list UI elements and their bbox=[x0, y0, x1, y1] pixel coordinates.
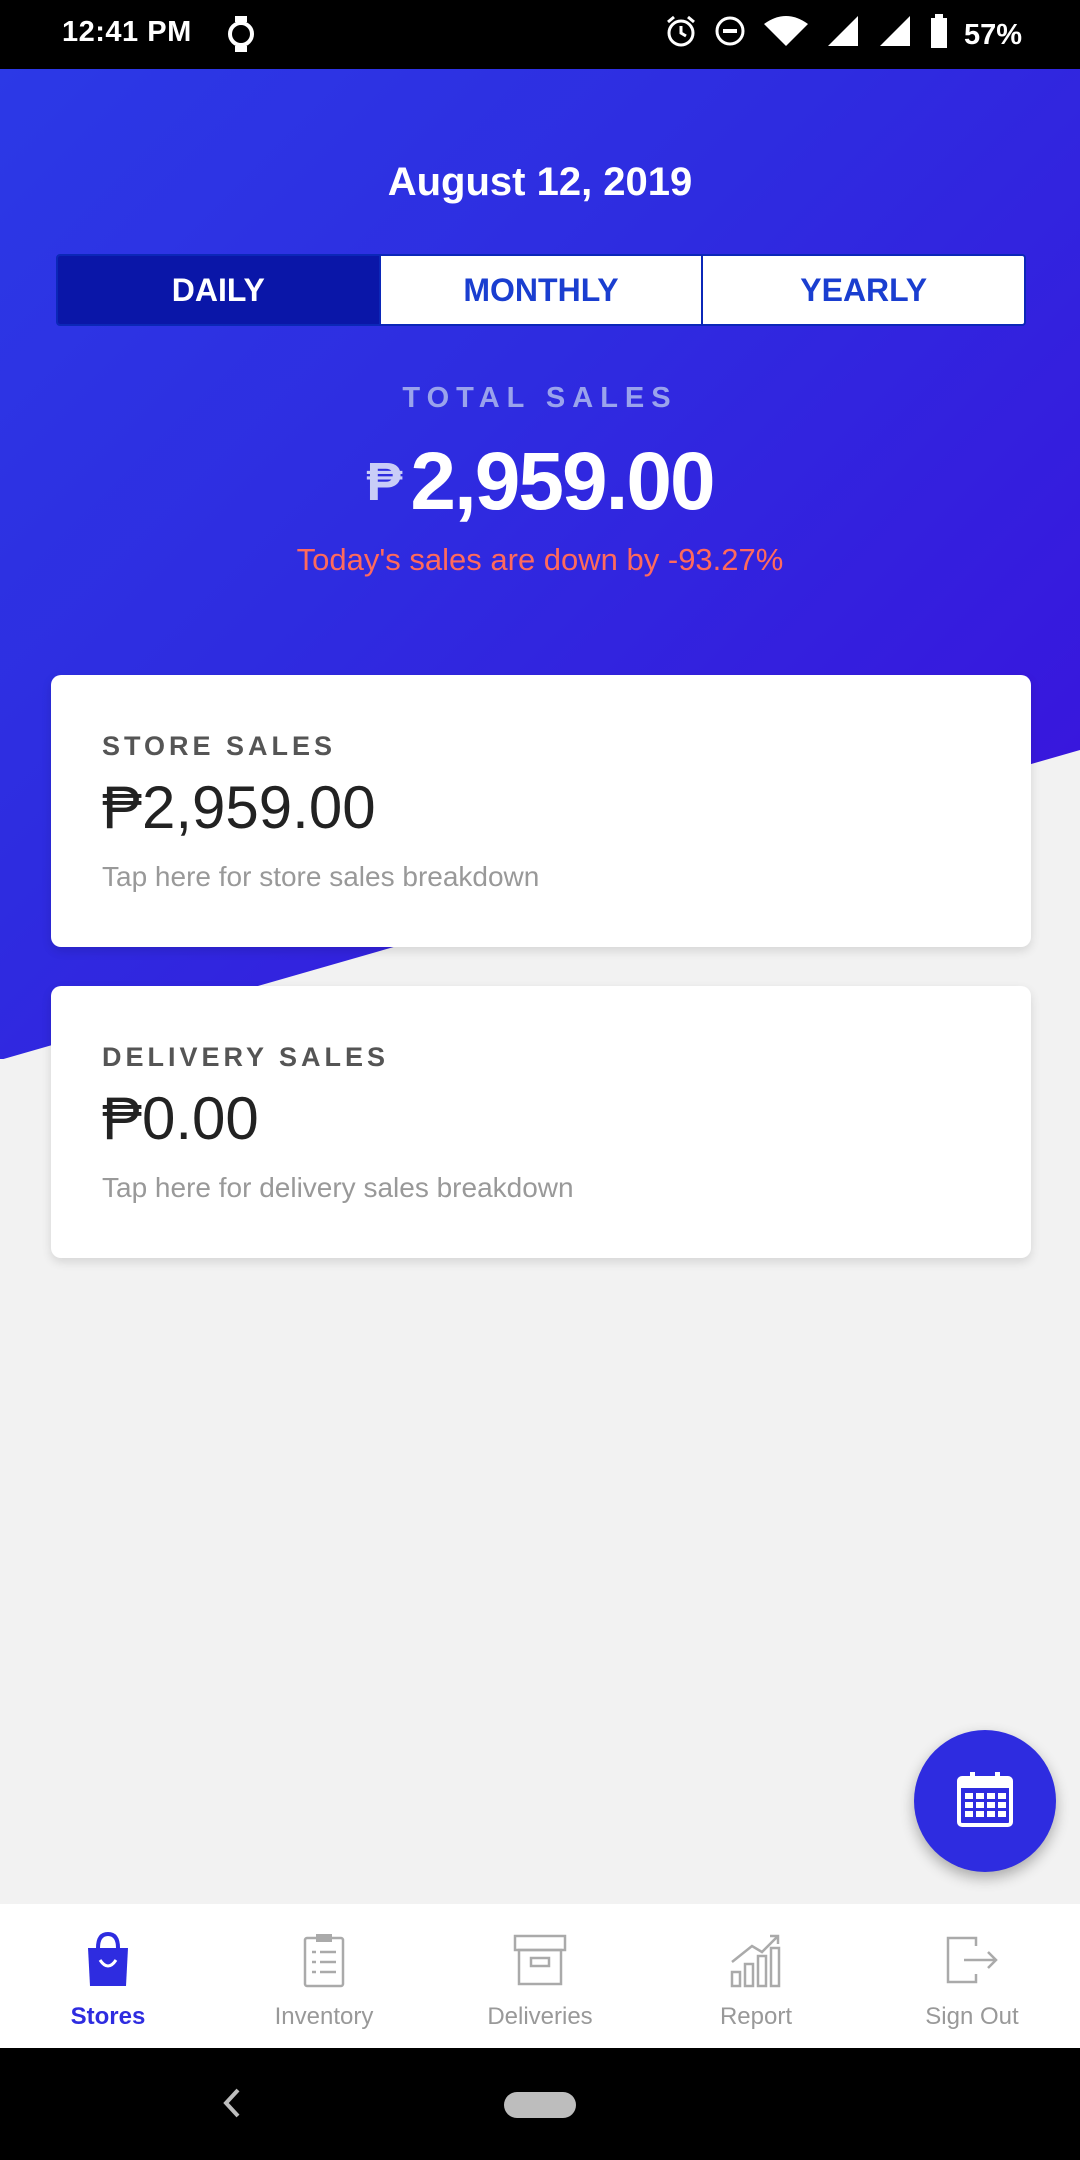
bottom-navigation: Stores Inventory Deliveries Report Sign … bbox=[0, 1904, 1080, 2048]
card-value: ₱0.00 bbox=[102, 1085, 259, 1152]
nav-label: Sign Out bbox=[925, 2003, 1019, 2030]
total-sales-label: TOTAL SALES bbox=[402, 382, 678, 414]
card-hint: Tap here for store sales breakdown bbox=[102, 861, 540, 892]
bar-chart-icon bbox=[728, 1932, 784, 1993]
calendar-icon bbox=[956, 1770, 1014, 1833]
calendar-button[interactable] bbox=[914, 1730, 1056, 1872]
status-time: 12:41 PM bbox=[62, 16, 192, 48]
card-label: STORE SALES bbox=[102, 731, 337, 761]
shopping-bag-icon bbox=[84, 1931, 132, 1993]
sales-trend-text: Today's sales are down by -93.27% bbox=[296, 542, 784, 577]
battery-icon bbox=[930, 14, 948, 56]
nav-deliveries[interactable]: Deliveries bbox=[432, 1904, 648, 2048]
tab-monthly[interactable]: MONTHLY bbox=[380, 256, 704, 324]
nav-label: Stores bbox=[70, 2003, 146, 2030]
nav-stores[interactable]: Stores bbox=[0, 1904, 216, 2048]
tab-yearly[interactable]: YEARLY bbox=[703, 256, 1024, 324]
card-value: ₱2,959.00 bbox=[102, 774, 376, 841]
card-label: DELIVERY SALES bbox=[102, 1042, 390, 1072]
battery-percentage: 57% bbox=[963, 18, 1022, 51]
dnd-icon bbox=[714, 15, 746, 55]
nav-report[interactable]: Report bbox=[648, 1904, 864, 2048]
card-hint: Tap here for delivery sales breakdown bbox=[102, 1172, 574, 1203]
back-icon[interactable] bbox=[220, 2086, 244, 2125]
signal-icon bbox=[826, 14, 862, 56]
tab-daily[interactable]: DAILY bbox=[58, 256, 381, 324]
store-sales-card[interactable]: STORE SALES ₱2,959.00 Tap here for store… bbox=[51, 675, 1031, 947]
status-bar: 12:41 PM 57% bbox=[0, 0, 1080, 69]
wifi-icon bbox=[762, 14, 810, 56]
currency-symbol: ₱ bbox=[366, 452, 403, 512]
period-tabs: DAILY MONTHLY YEARLY bbox=[56, 254, 1026, 326]
current-date[interactable]: August 12, 2019 bbox=[0, 160, 1080, 205]
signal-icon bbox=[878, 14, 914, 56]
box-icon bbox=[513, 1932, 567, 1993]
delivery-sales-card[interactable]: DELIVERY SALES ₱0.00 Tap here for delive… bbox=[51, 986, 1031, 1258]
alarm-icon bbox=[664, 14, 698, 56]
total-sales: ₱2,959.00 bbox=[0, 435, 1080, 529]
sign-out-icon bbox=[944, 1932, 1000, 1993]
nav-inventory[interactable]: Inventory bbox=[216, 1904, 432, 2048]
nav-label: Report bbox=[719, 2003, 793, 2030]
watch-icon bbox=[228, 16, 254, 60]
total-sales-amount: 2,959.00 bbox=[410, 436, 715, 527]
home-pill[interactable] bbox=[504, 2092, 576, 2118]
nav-sign-out[interactable]: Sign Out bbox=[864, 1904, 1080, 2048]
nav-label: Deliveries bbox=[487, 2003, 593, 2030]
nav-label: Inventory bbox=[274, 2003, 374, 2030]
clipboard-icon bbox=[302, 1932, 346, 1993]
system-navigation-bar bbox=[0, 2048, 1080, 2160]
